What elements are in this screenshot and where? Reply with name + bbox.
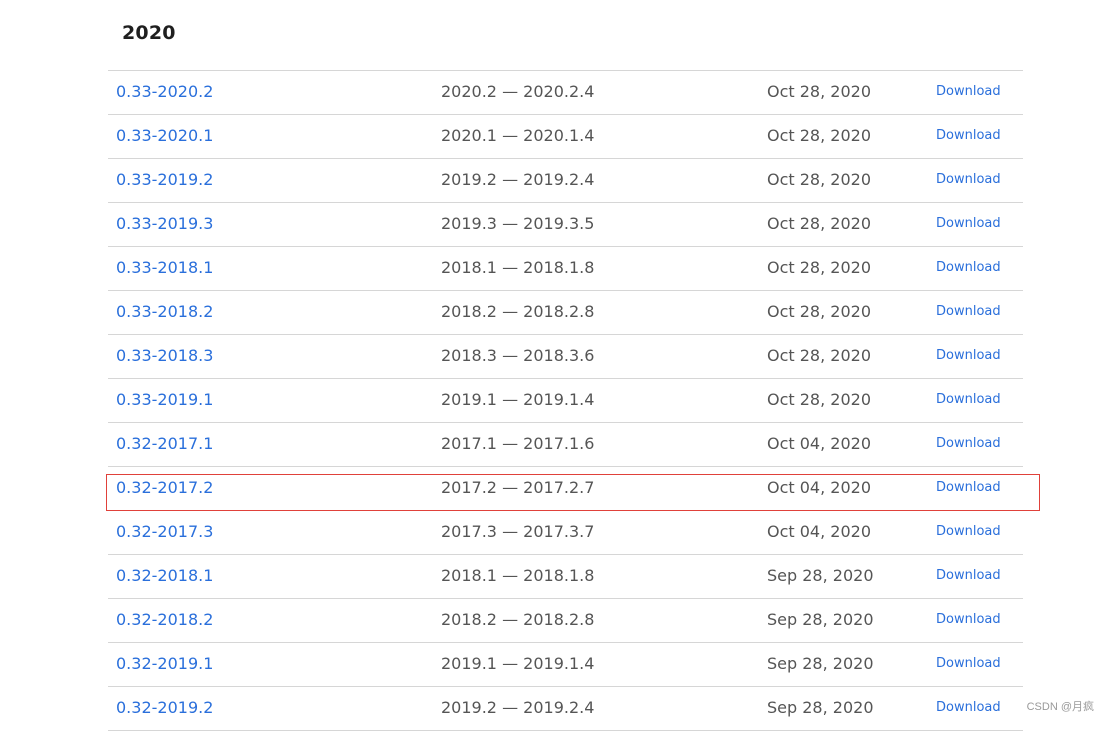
build-range: 2017.1 — 2017.1.6 — [441, 434, 595, 453]
release-date: Oct 04, 2020 — [767, 434, 871, 453]
table-row: 0.32-2017.1 2017.1 — 2017.1.6 Oct 04, 20… — [108, 423, 1023, 467]
release-date: Sep 28, 2020 — [767, 698, 874, 717]
table-row: 0.33-2018.2 2018.2 — 2018.2.8 Oct 28, 20… — [108, 291, 1023, 335]
build-range: 2019.3 — 2019.3.5 — [441, 214, 595, 233]
download-link[interactable]: Download — [936, 291, 1001, 334]
download-link[interactable]: Download — [936, 643, 1001, 686]
release-date: Oct 04, 2020 — [767, 522, 871, 541]
release-date: Oct 04, 2020 — [767, 478, 871, 497]
build-range: 2019.2 — 2019.2.4 — [441, 698, 595, 717]
version-link[interactable]: 0.32-2018.1 — [116, 555, 213, 598]
download-link[interactable]: Download — [936, 71, 1001, 114]
table-row: 0.33-2019.3 2019.3 — 2019.3.5 Oct 28, 20… — [108, 203, 1023, 247]
versions-table: 0.33-2020.2 2020.2 — 2020.2.4 Oct 28, 20… — [108, 70, 1023, 731]
release-date: Oct 28, 2020 — [767, 390, 871, 409]
download-link[interactable]: Download — [936, 511, 1001, 554]
version-link[interactable]: 0.32-2017.1 — [116, 423, 213, 466]
download-link[interactable]: Download — [936, 335, 1001, 378]
build-range: 2017.3 — 2017.3.7 — [441, 522, 595, 541]
version-link[interactable]: 0.33-2020.1 — [116, 115, 213, 158]
release-date: Oct 28, 2020 — [767, 170, 871, 189]
build-range: 2017.2 — 2017.2.7 — [441, 478, 595, 497]
table-row: 0.32-2019.2 2019.2 — 2019.2.4 Sep 28, 20… — [108, 687, 1023, 731]
build-range: 2018.3 — 2018.3.6 — [441, 346, 595, 365]
table-row: 0.33-2018.3 2018.3 — 2018.3.6 Oct 28, 20… — [108, 335, 1023, 379]
table-row: 0.32-2018.1 2018.1 — 2018.1.8 Sep 28, 20… — [108, 555, 1023, 599]
build-range: 2020.2 — 2020.2.4 — [441, 82, 595, 101]
version-link[interactable]: 0.32-2019.2 — [116, 687, 213, 730]
version-link[interactable]: 0.33-2018.2 — [116, 291, 213, 334]
table-row: 0.33-2019.1 2019.1 — 2019.1.4 Oct 28, 20… — [108, 379, 1023, 423]
build-range: 2018.1 — 2018.1.8 — [441, 566, 595, 585]
table-row: 0.33-2020.1 2020.1 — 2020.1.4 Oct 28, 20… — [108, 115, 1023, 159]
release-date: Oct 28, 2020 — [767, 346, 871, 365]
table-row: 0.33-2020.2 2020.2 — 2020.2.4 Oct 28, 20… — [108, 71, 1023, 115]
build-range: 2019.2 — 2019.2.4 — [441, 170, 595, 189]
build-range: 2019.1 — 2019.1.4 — [441, 390, 595, 409]
table-row: 0.32-2017.3 2017.3 — 2017.3.7 Oct 04, 20… — [108, 511, 1023, 555]
version-link[interactable]: 0.33-2019.2 — [116, 159, 213, 202]
download-link[interactable]: Download — [936, 467, 1001, 510]
table-row: 0.33-2019.2 2019.2 — 2019.2.4 Oct 28, 20… — [108, 159, 1023, 203]
release-date: Oct 28, 2020 — [767, 258, 871, 277]
release-date: Sep 28, 2020 — [767, 610, 874, 629]
version-link[interactable]: 0.33-2018.3 — [116, 335, 213, 378]
table-row: 0.32-2018.2 2018.2 — 2018.2.8 Sep 28, 20… — [108, 599, 1023, 643]
version-link[interactable]: 0.33-2019.3 — [116, 203, 213, 246]
release-date: Sep 28, 2020 — [767, 654, 874, 673]
build-range: 2018.2 — 2018.2.8 — [441, 302, 595, 321]
version-link[interactable]: 0.33-2019.1 — [116, 379, 213, 422]
build-range: 2019.1 — 2019.1.4 — [441, 654, 595, 673]
download-link[interactable]: Download — [936, 555, 1001, 598]
version-link[interactable]: 0.33-2018.1 — [116, 247, 213, 290]
download-link[interactable]: Download — [936, 423, 1001, 466]
table-row: 0.32-2019.1 2019.1 — 2019.1.4 Sep 28, 20… — [108, 643, 1023, 687]
download-link[interactable]: Download — [936, 379, 1001, 422]
version-link[interactable]: 0.32-2019.1 — [116, 643, 213, 686]
table-row-highlighted: 0.32-2017.2 2017.2 — 2017.2.7 Oct 04, 20… — [108, 467, 1023, 511]
version-link[interactable]: 0.33-2020.2 — [116, 71, 213, 114]
release-date: Oct 28, 2020 — [767, 82, 871, 101]
download-link[interactable]: Download — [936, 203, 1001, 246]
release-date: Oct 28, 2020 — [767, 214, 871, 233]
table-row: 0.33-2018.1 2018.1 — 2018.1.8 Oct 28, 20… — [108, 247, 1023, 291]
section-title: 2020 — [122, 22, 176, 44]
release-date: Oct 28, 2020 — [767, 126, 871, 145]
release-date: Sep 28, 2020 — [767, 566, 874, 585]
download-link[interactable]: Download — [936, 159, 1001, 202]
download-link[interactable]: Download — [936, 687, 1001, 730]
build-range: 2020.1 — 2020.1.4 — [441, 126, 595, 145]
build-range: 2018.1 — 2018.1.8 — [441, 258, 595, 277]
download-link[interactable]: Download — [936, 599, 1001, 642]
version-link[interactable]: 0.32-2017.2 — [116, 467, 213, 510]
build-range: 2018.2 — 2018.2.8 — [441, 610, 595, 629]
watermark: CSDN @月疯 — [1026, 701, 1094, 713]
release-date: Oct 28, 2020 — [767, 302, 871, 321]
download-link[interactable]: Download — [936, 247, 1001, 290]
version-link[interactable]: 0.32-2017.3 — [116, 511, 213, 554]
version-link[interactable]: 0.32-2018.2 — [116, 599, 213, 642]
download-link[interactable]: Download — [936, 115, 1001, 158]
